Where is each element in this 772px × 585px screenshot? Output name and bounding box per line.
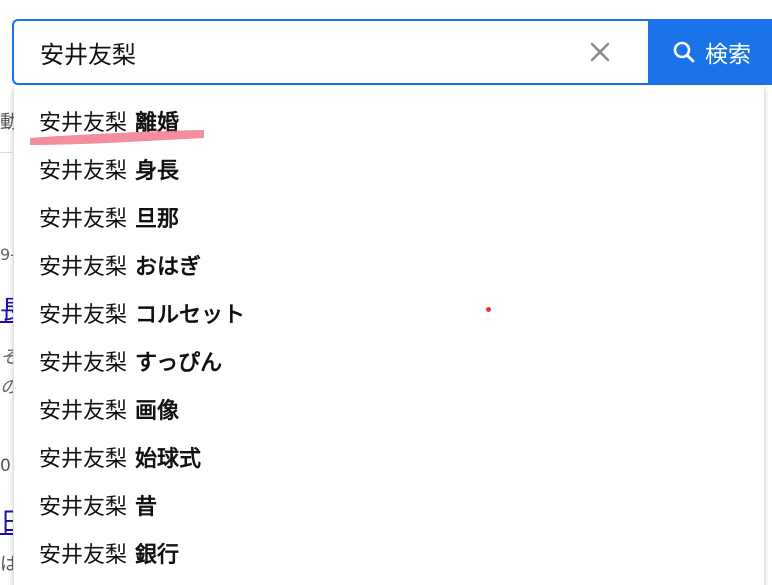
suggestion-term: 身長 [135,159,180,184]
suggestion-term: 旦那 [135,207,180,232]
suggestion-base: 安井友梨 [39,495,128,520]
suggestion-term: すっぴん [135,351,223,376]
background-text: そ [0,343,13,369]
search-button[interactable]: 検索 [648,19,772,85]
suggestion-item[interactable]: 安井友梨 離婚 [14,97,764,145]
suggestion-term: おはぎ [135,255,202,280]
search-icon [673,41,695,63]
background-link[interactable]: 長 [0,290,13,327]
clear-button[interactable] [582,34,618,70]
search-input[interactable] [40,33,560,71]
suggestion-base: 安井友梨 [39,447,128,472]
suggestion-item[interactable]: 安井友梨 始球式 [14,433,764,481]
suggestion-item[interactable]: 安井友梨 画像 [14,385,764,433]
suggestion-base: 安井友梨 [39,543,128,568]
background-link[interactable]: 日 [0,502,13,539]
suggestion-base: 安井友梨 [39,207,128,232]
search-box [12,19,648,85]
suggestion-base: 安井友梨 [39,351,128,376]
background-text: 9-9 [0,245,13,264]
suggestion-term: 始球式 [135,447,202,472]
background-text: の [0,373,13,399]
suggestion-base: 安井友梨 [39,111,128,136]
suggestion-term: 画像 [135,399,180,424]
suggestion-base: 安井友梨 [39,255,128,280]
suggestion-base: 安井友梨 [39,303,128,328]
suggestion-item[interactable]: 安井友梨 旦那 [14,193,764,241]
suggestion-item[interactable]: 安井友梨 おはぎ [14,241,764,289]
suggestion-item[interactable]: 安井友梨 身長 [14,145,764,193]
background-text: は [0,554,13,575]
suggestion-dropdown: 安井友梨 離婚 安井友梨 身長 安井友梨 旦那 安井友梨 おはぎ 安井友梨 コルセット 安… [14,86,764,585]
suggestion-base: 安井友梨 [39,399,128,424]
suggestion-item[interactable]: 安井友梨 銀行 [14,529,764,577]
suggestion-term: 昔 [135,495,158,520]
suggestion-term: コルセット [135,303,246,328]
screen: 動 9-9 長 そ の 0 日 は 検索 安井友梨離婚 安井友梨身長 安井友梨旦… [0,0,772,585]
suggestion-item[interactable]: 安井友梨 コルセット [14,289,764,337]
suggestion-term: 銀行 [135,543,180,568]
suggestion-base: 安井友梨 [39,159,128,184]
background-divider [0,152,12,153]
background-text: 0 [0,456,11,476]
close-icon [590,42,610,62]
background-text: 動 [0,112,14,133]
suggestion-item[interactable]: 安井友梨昔 [14,481,764,529]
suggestion-term: 離婚 [135,111,180,136]
suggestion-item[interactable]: 安井友梨 すっぴん [14,337,764,385]
search-button-label: 検索 [705,42,751,68]
